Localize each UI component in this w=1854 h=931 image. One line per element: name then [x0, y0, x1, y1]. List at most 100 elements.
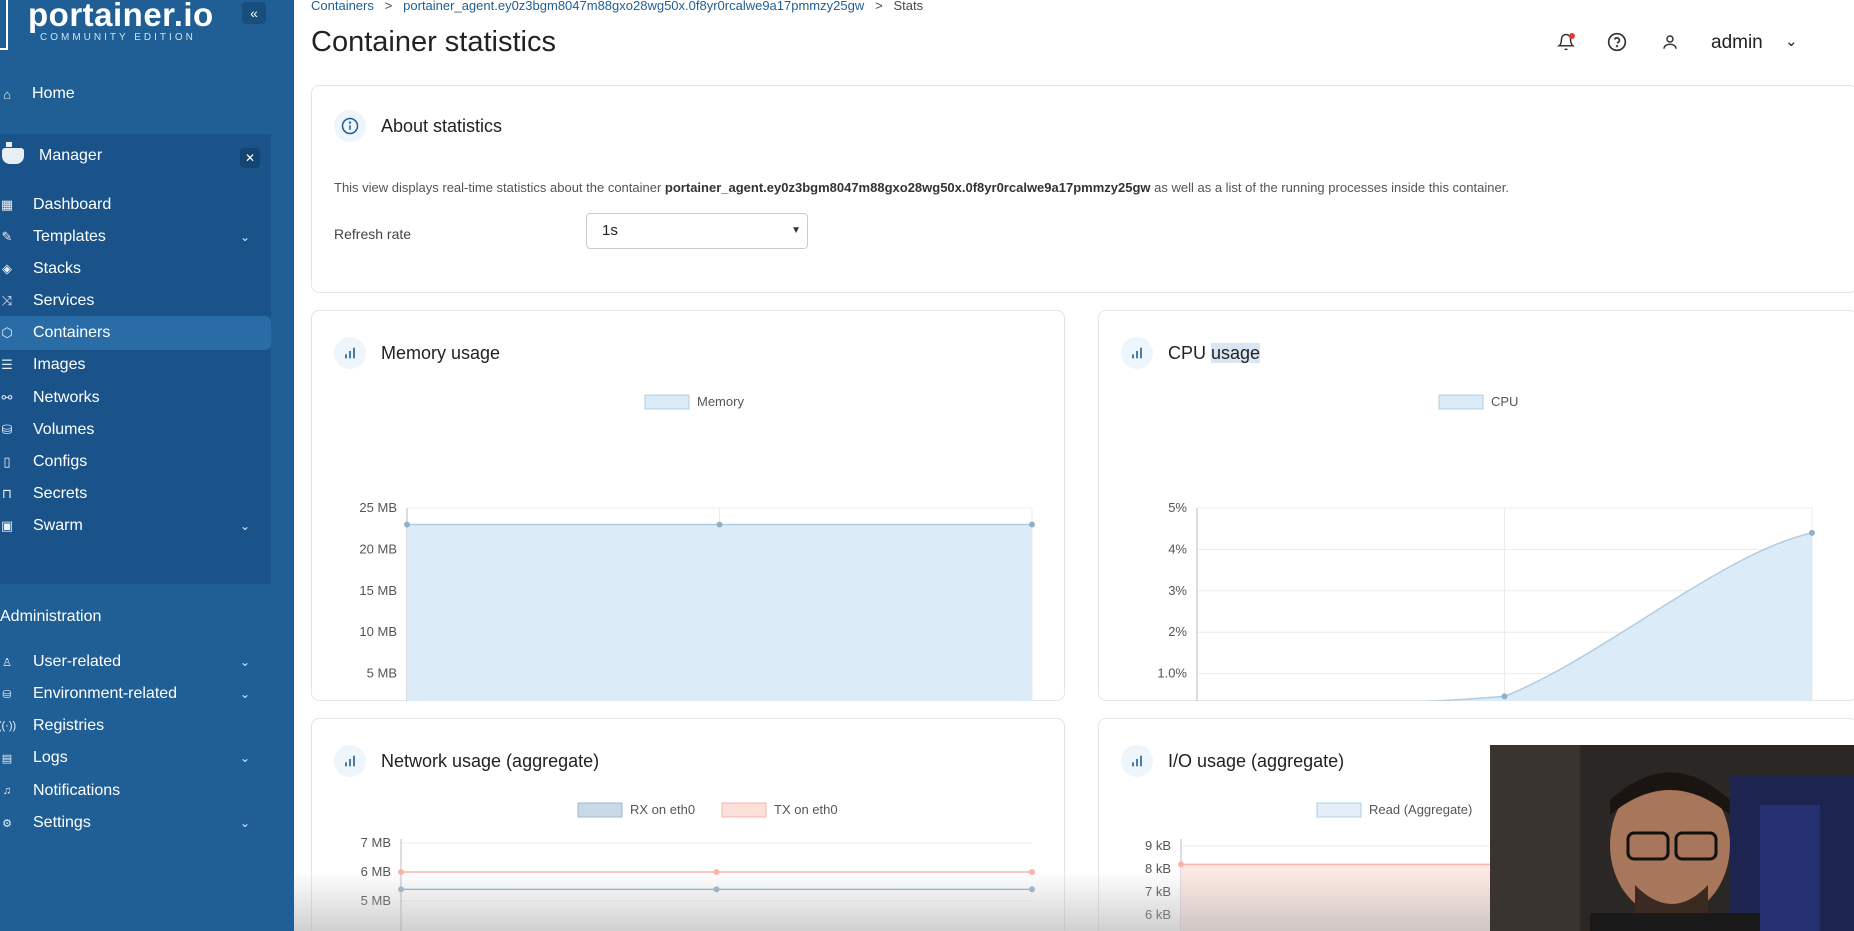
close-environment-button[interactable]: ✕: [240, 148, 260, 168]
administration-title: Administration: [0, 608, 102, 625]
list-icon: ☰: [1, 357, 13, 372]
chevron-down-icon: ⌄: [240, 519, 251, 533]
sidebar-item-templates[interactable]: ✎ Templates ⌄: [0, 220, 270, 254]
sidebar-item-label: Services: [33, 292, 95, 309]
y-tick-label: 6 MB: [361, 864, 391, 879]
y-tick-label: 5%: [1168, 500, 1187, 515]
sidebar-item-dashboard[interactable]: ▦ Dashboard: [0, 188, 270, 222]
breadcrumb: Containers > portainer_agent.ey0z3bgm804…: [311, 0, 923, 13]
sidebar-item-label: Environment-related: [33, 685, 178, 702]
sidebar-item-label: Home: [32, 85, 75, 102]
sidebar-item-services[interactable]: ⤨ Services: [0, 284, 270, 318]
data-point: [404, 521, 410, 528]
sidebar-item-label: Configs: [33, 453, 88, 470]
notifications-bell-button[interactable]: [1554, 30, 1578, 54]
y-tick-label: 7 MB: [361, 835, 391, 850]
sidebar-item-logs[interactable]: ▤ Logs ⌄: [0, 741, 270, 775]
card-title: CPU usage: [1168, 342, 1261, 364]
sidebar-item-label: Networks: [33, 389, 100, 406]
sidebar-item-swarm[interactable]: ▣ Swarm ⌄: [0, 509, 270, 543]
sidebar-item-label: Secrets: [33, 485, 88, 502]
sidebar-item-label: Logs: [33, 749, 68, 766]
cpu-title-selected: usage: [1211, 342, 1261, 363]
breadcrumb-container-link[interactable]: portainer_agent.ey0z3bgm8047m88gxo28wg50…: [403, 0, 864, 13]
chevron-down-icon: ⌄: [240, 751, 251, 765]
database-icon: ⛁: [1, 422, 13, 437]
network-icon: ⚯: [1, 390, 13, 405]
username[interactable]: admin: [1711, 32, 1763, 54]
sidebar-item-images[interactable]: ☰ Images: [0, 348, 270, 382]
data-point: [713, 869, 720, 875]
sidebar-item-secrets[interactable]: ⊓ Secrets: [0, 477, 270, 511]
sidebar-item-configs[interactable]: ▯ Configs: [0, 445, 270, 479]
webcam-overlay: [1490, 745, 1854, 931]
memory-usage-card: Memory usage Memory0.0B5 MB10 MB15 MB20 …: [311, 310, 1065, 701]
sidebar-item-label: Notifications: [33, 782, 121, 799]
user-icon: ♙: [2, 656, 12, 669]
data-point: [1809, 529, 1815, 536]
user-menu-button[interactable]: [1658, 30, 1682, 54]
breadcrumb-containers-link[interactable]: Containers: [311, 0, 374, 13]
legend-swatch: [644, 394, 690, 410]
y-tick-label: 5 MB: [361, 893, 391, 908]
collapse-sidebar-button[interactable]: «: [242, 2, 266, 24]
sidebar-item-registries[interactable]: ((·)) Registries: [0, 709, 270, 743]
y-tick-label: 8 kB: [1145, 861, 1171, 876]
sidebar-item-label: Images: [33, 356, 86, 373]
cpu-usage-card: CPU usage CPU0.0%1.0%2%3%4%5%16:40:3716:…: [1098, 310, 1854, 701]
sidebar-item-label: Volumes: [33, 421, 95, 438]
sidebar-item-home[interactable]: ⌂ Home: [0, 77, 270, 111]
help-button[interactable]: [1605, 30, 1629, 54]
sidebar-item-networks[interactable]: ⚯ Networks: [0, 381, 270, 415]
legend-swatch: [721, 802, 767, 818]
layers-icon: ◈: [2, 261, 12, 276]
bar-chart-icon: [334, 337, 366, 369]
home-icon: ⌂: [3, 86, 11, 102]
sidebar-item-label: Registries: [33, 717, 105, 734]
cpu-title-prefix: CPU: [1168, 342, 1212, 363]
sidebar-item-volumes[interactable]: ⛁ Volumes: [0, 413, 270, 447]
presenter-video: [1490, 745, 1854, 931]
card-header: Network usage (aggregate): [334, 741, 599, 781]
header-actions: admin ⌄: [1554, 30, 1854, 60]
sidebar-item-label: Settings: [33, 814, 91, 831]
series-area: [407, 524, 1032, 701]
sidebar-item-user-related[interactable]: ♙ User-related ⌄: [0, 645, 270, 679]
chevron-down-icon: ⌄: [240, 687, 251, 701]
sidebar-item-settings[interactable]: ⚙ Settings ⌄: [0, 806, 270, 840]
gear-icon: ⚙: [2, 817, 12, 830]
portainer-logo[interactable]: portainer.io COMMUNITY EDITION: [0, 0, 230, 50]
about-text-post: as well as a list of the running process…: [1150, 180, 1509, 195]
chevron-down-icon: ⌄: [240, 655, 251, 669]
environment-header[interactable]: Manager ✕: [0, 140, 271, 174]
y-tick-label: 2%: [1168, 624, 1187, 639]
y-tick-label: 9 kB: [1145, 838, 1171, 853]
card-header: Memory usage: [334, 333, 500, 373]
chevron-down-icon[interactable]: ⌄: [1785, 32, 1798, 50]
sidebar-item-label: Stacks: [33, 260, 82, 277]
sidebar-item-notifications[interactable]: ♫ Notifications: [0, 774, 270, 808]
edit-icon: ✎: [1, 229, 13, 244]
logo-mark-icon: [0, 0, 8, 50]
sidebar-item-stacks[interactable]: ◈ Stacks: [0, 252, 270, 286]
y-tick-label: 25 MB: [359, 500, 397, 515]
sidebar-item-containers[interactable]: ⬡ Containers: [0, 316, 271, 350]
sidebar-item-environment-related[interactable]: ⛁ Environment-related ⌄: [0, 677, 270, 711]
docker-icon: [2, 142, 24, 164]
data-point: [716, 521, 723, 528]
data-point: [1029, 521, 1035, 528]
info-icon: [334, 110, 366, 142]
refresh-rate-select[interactable]: 1s ▼: [586, 213, 808, 249]
y-tick-label: 5 MB: [367, 666, 397, 681]
data-point: [1029, 869, 1035, 875]
sidebar-item-label: Swarm: [33, 517, 83, 534]
page-title: Container statistics: [311, 26, 556, 58]
y-tick-label: 15 MB: [359, 583, 397, 598]
radio-icon: ((·)): [0, 720, 17, 732]
sidebar-item-label: Containers: [33, 324, 111, 341]
data-point: [1029, 886, 1035, 893]
sidebar: portainer.io COMMUNITY EDITION « ⌂ Home …: [0, 0, 294, 931]
legend-label: Read (Aggregate): [1369, 802, 1472, 817]
breadcrumb-separator: >: [875, 0, 883, 13]
legend-swatch: [1316, 802, 1362, 818]
